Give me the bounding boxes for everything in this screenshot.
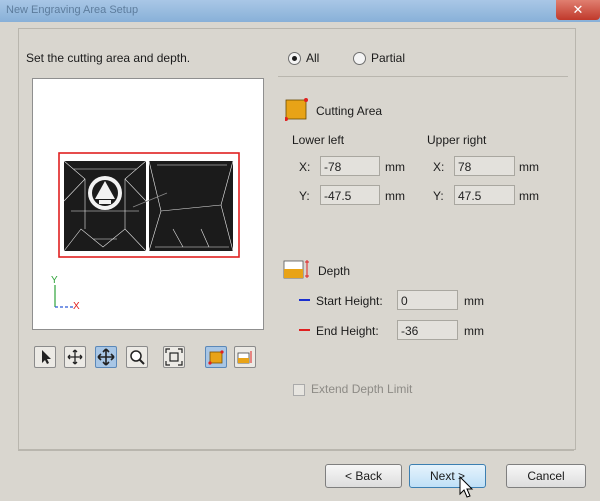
depth-icon — [283, 258, 309, 280]
radio-all[interactable] — [288, 52, 301, 65]
start-height-label: Start Height: — [316, 294, 383, 308]
upper-right-x-field[interactable]: 78 — [454, 156, 515, 176]
lower-left-x-unit: mm — [385, 160, 405, 174]
start-height-unit: mm — [464, 294, 484, 308]
move-tool-button[interactable] — [95, 346, 117, 368]
lower-left-y-label: Y: — [299, 189, 310, 203]
end-height-field[interactable]: -36 — [397, 320, 458, 340]
cutting-area-icon — [284, 98, 308, 121]
back-button[interactable]: < Back — [325, 464, 402, 488]
upper-right-x-unit: mm — [519, 160, 539, 174]
lower-left-x-label: X: — [299, 160, 311, 174]
divider — [278, 76, 568, 77]
move-icon — [97, 348, 115, 366]
preview-drawing: Y X — [51, 152, 240, 312]
cancel-button[interactable]: Cancel — [506, 464, 586, 488]
depth-tool-button[interactable] — [234, 346, 256, 368]
lower-left-label: Lower left — [292, 133, 345, 147]
end-height-line-icon — [299, 329, 310, 331]
fit-tool-button[interactable] — [163, 346, 185, 368]
extend-depth-label: Extend Depth Limit — [311, 382, 413, 396]
left-part-mesh — [63, 160, 147, 252]
preview-canvas[interactable]: Y X — [32, 78, 264, 330]
upper-right-y-unit: mm — [519, 189, 539, 203]
fit-icon — [165, 348, 183, 366]
close-button[interactable]: ✕ — [556, 0, 600, 20]
start-height-field[interactable]: 0 — [397, 290, 458, 310]
radio-partial-label: Partial — [371, 51, 406, 65]
upper-right-x-label: X: — [433, 160, 445, 174]
lower-left-x-field[interactable]: -78 — [320, 156, 380, 176]
pointer-tool-button[interactable] — [34, 346, 56, 368]
next-button[interactable]: Next > — [409, 464, 486, 488]
upper-right-label: Upper right — [427, 133, 487, 147]
axis-x-label: X — [73, 301, 80, 312]
extend-depth-checkbox[interactable] — [293, 384, 305, 396]
right-part-mesh — [132, 160, 234, 252]
axis-y-label: Y — [51, 275, 58, 286]
depth-label: Depth — [318, 264, 351, 278]
zoom-tool-button[interactable] — [126, 346, 148, 368]
radio-all-label: All — [306, 51, 320, 65]
zoom-icon — [130, 350, 145, 365]
cutting-area-icon — [208, 350, 224, 365]
bottom-divider — [18, 450, 574, 451]
pointer-icon — [42, 350, 51, 364]
end-height-label: End Height: — [316, 324, 379, 338]
depth-icon — [237, 351, 252, 364]
radio-partial[interactable] — [353, 52, 366, 65]
upper-right-y-field[interactable]: 47.5 — [454, 185, 515, 205]
upper-right-y-label: Y: — [433, 189, 444, 203]
window-title: New Engraving Area Setup — [6, 4, 139, 16]
pan-tool-button[interactable] — [64, 346, 86, 368]
lower-left-y-field[interactable]: -47.5 — [320, 185, 380, 205]
instruction-text: Set the cutting area and depth. — [26, 51, 191, 65]
cutting-area-tool-button[interactable] — [205, 346, 227, 368]
lower-left-y-unit: mm — [385, 189, 405, 203]
axis-indicator: Y X — [51, 275, 80, 312]
cutting-area-label: Cutting Area — [316, 104, 383, 118]
pan-icon — [67, 349, 83, 365]
mouse-cursor — [458, 475, 474, 498]
start-height-line-icon — [299, 299, 310, 301]
end-height-unit: mm — [464, 324, 484, 338]
title-bar: New Engraving Area Setup ✕ — [0, 0, 600, 22]
